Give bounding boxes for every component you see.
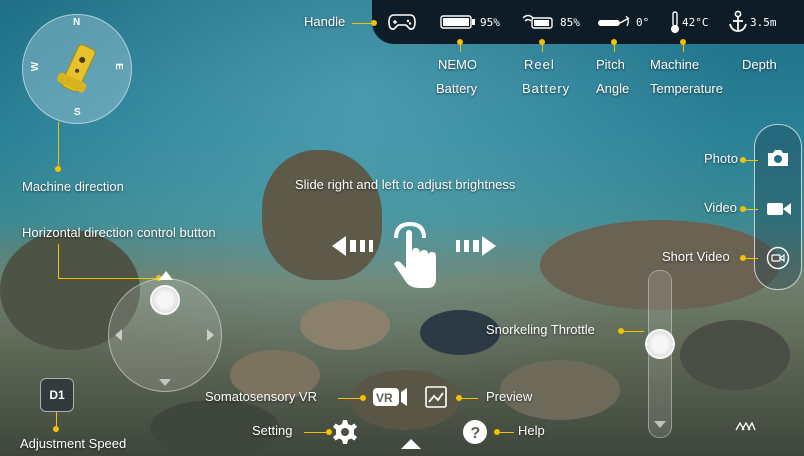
- rock: [680, 320, 790, 390]
- depth-caption: Depth: [742, 57, 777, 72]
- reel-battery-caption: Reel: [524, 57, 555, 72]
- thermometer-icon: [671, 11, 679, 33]
- pitch-caption-2: Angle: [596, 81, 630, 96]
- svg-text:VR: VR: [376, 391, 393, 405]
- pitch-value: 0°: [636, 16, 650, 29]
- temperature-caption: Machine: [650, 57, 700, 72]
- somatosensory-vr-caption: Somatosensory VR: [205, 389, 317, 404]
- handle-label: Handle: [304, 14, 346, 29]
- reel-battery-caption-2: Battery: [522, 81, 571, 96]
- gear-icon[interactable]: [332, 419, 358, 445]
- video-camera-icon[interactable]: [766, 200, 792, 218]
- joystick-right-icon: [207, 329, 214, 341]
- speed-button[interactable]: D1: [40, 378, 74, 412]
- brightness-hint: Slide right and left to adjust brightnes…: [295, 177, 516, 192]
- camera-icon[interactable]: [766, 148, 790, 168]
- help-icon[interactable]: ?: [462, 419, 488, 445]
- joystick-down-icon: [159, 379, 171, 386]
- swipe-hand-icon[interactable]: [330, 220, 498, 292]
- rock: [300, 300, 390, 350]
- svg-text:?: ?: [471, 425, 481, 442]
- chevron-up-icon[interactable]: [400, 436, 422, 450]
- machine-direction-caption: Machine direction: [22, 179, 124, 194]
- compass: N S W E: [22, 14, 132, 124]
- video-caption: Video: [704, 200, 738, 215]
- vr-icon[interactable]: VR: [372, 386, 408, 408]
- watermark-logo: [735, 421, 756, 431]
- adjustment-speed-caption: Adjustment Speed: [20, 436, 127, 451]
- temperature-caption-2: Temperature: [650, 81, 723, 96]
- anchor-icon: [729, 10, 747, 32]
- preview-icon[interactable]: [424, 385, 448, 409]
- nemo-battery-caption: NEMO: [438, 57, 477, 72]
- reel-battery-icon: [522, 14, 553, 29]
- battery-icon: [440, 15, 475, 29]
- depth-value: 3.5m: [750, 16, 777, 29]
- compass-east: E: [112, 63, 124, 70]
- joystick-left-icon: [115, 329, 122, 341]
- joystick-up-icon: [159, 271, 173, 280]
- temperature-value: 42°C: [682, 16, 709, 29]
- photo-caption: Photo: [704, 151, 738, 166]
- throttle-down-icon: [654, 421, 666, 428]
- reel-battery-value: 85%: [560, 16, 580, 29]
- nemo-battery-value: 95%: [480, 16, 500, 29]
- compass-west: W: [30, 61, 42, 72]
- compass-north: N: [73, 17, 81, 28]
- pitch-caption: Pitch: [596, 57, 625, 72]
- snorkeling-throttle-caption: Snorkeling Throttle: [486, 322, 595, 337]
- preview-caption: Preview: [486, 389, 533, 404]
- short-video-caption: Short Video: [662, 249, 730, 264]
- joystick-knob[interactable]: [150, 285, 180, 315]
- pitch-icon: [598, 15, 630, 27]
- short-video-icon[interactable]: [766, 246, 790, 270]
- horizontal-control-caption: Horizontal direction control button: [22, 225, 216, 240]
- setting-caption: Setting: [252, 423, 293, 438]
- throttle-knob[interactable]: [645, 329, 675, 359]
- drone-heading-icon: [56, 44, 96, 93]
- compass-south: S: [74, 107, 81, 118]
- help-caption: Help: [518, 423, 545, 438]
- gamepad-icon[interactable]: [388, 12, 416, 32]
- nemo-battery-caption-2: Battery: [436, 81, 478, 96]
